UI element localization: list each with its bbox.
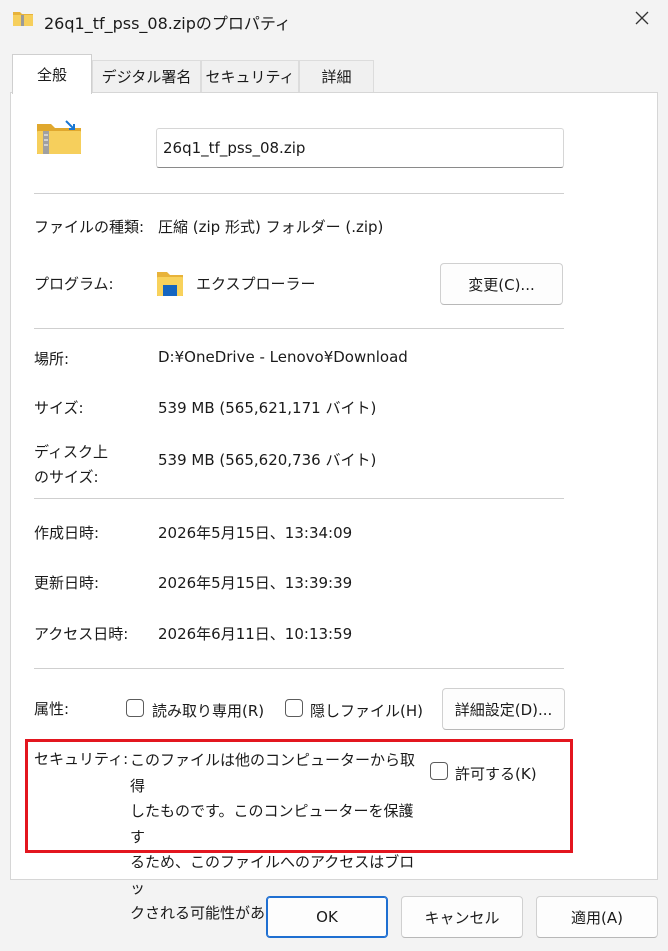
unblock-checkbox[interactable] (430, 762, 448, 780)
disk-size-label: ディスク上 のサイズ: (34, 440, 108, 490)
location-label: 場所: (34, 350, 70, 368)
tab-label: 全般 (36, 66, 67, 84)
tab-security[interactable]: セキュリティ (201, 60, 299, 92)
modified-label: 更新日時: (34, 574, 100, 592)
file-name-input[interactable] (156, 128, 564, 168)
advanced-button[interactable]: 詳細設定(D)... (442, 688, 565, 730)
unblock-label[interactable]: 許可する(K) (455, 763, 537, 784)
apply-button[interactable]: 適用(A) (536, 896, 658, 938)
file-type-value: 圧縮 (zip 形式) フォルダー (.zip) (158, 218, 384, 236)
size-label: サイズ: (34, 399, 84, 417)
hidden-label[interactable]: 隠しファイル(H) (310, 700, 423, 721)
program-value: エクスプローラー (196, 275, 316, 293)
created-label: 作成日時: (34, 524, 100, 542)
readonly-label[interactable]: 読み取り専用(R) (152, 700, 264, 721)
tab-label: 詳細 (321, 68, 352, 86)
tab-label: デジタル署名 (101, 68, 192, 86)
divider (34, 498, 564, 499)
zip-folder-large-icon (36, 118, 82, 156)
close-icon (634, 10, 650, 30)
program-label: プログラム: (34, 275, 114, 293)
divider (34, 328, 564, 329)
close-button[interactable] (624, 4, 660, 36)
tab-general[interactable]: 全般 (12, 54, 92, 94)
readonly-checkbox[interactable] (126, 699, 144, 717)
divider (34, 668, 564, 669)
tab-details[interactable]: 詳細 (299, 60, 374, 92)
disk-size-value: 539 MB (565,620,736 バイト) (158, 451, 377, 469)
zip-folder-icon (12, 8, 34, 28)
tab-digital-signatures[interactable]: デジタル署名 (92, 60, 201, 92)
divider (34, 193, 564, 194)
modified-value: 2026年5月15日、13:39:39 (158, 574, 353, 592)
explorer-icon (156, 268, 184, 298)
security-message-line: したものです。このコンピューターを保護す (130, 802, 414, 846)
security-message-line: このファイルは他のコンピューターから取得 (130, 751, 416, 795)
security-label: セキュリティ: (34, 750, 129, 768)
location-value: D:¥OneDrive - Lenovo¥Download (158, 348, 408, 366)
accessed-label: アクセス日時: (34, 625, 129, 643)
change-program-button[interactable]: 変更(C)... (440, 263, 563, 305)
ok-button[interactable]: OK (266, 896, 388, 938)
disk-size-label-line: ディスク上 (34, 443, 108, 461)
accessed-value: 2026年6月11日、10:13:59 (158, 625, 353, 643)
tab-label: セキュリティ (205, 68, 295, 86)
disk-size-label-line: のサイズ: (34, 468, 99, 486)
hidden-checkbox[interactable] (285, 699, 303, 717)
size-value: 539 MB (565,621,171 バイト) (158, 399, 377, 417)
created-value: 2026年5月15日、13:34:09 (158, 524, 353, 542)
security-message-line: るため、このファイルへのアクセスはブロッ (130, 853, 415, 897)
cancel-button[interactable]: キャンセル (401, 896, 523, 938)
attributes-label: 属性: (34, 700, 70, 718)
window-title: 26q1_tf_pss_08.zipのプロパティ (44, 14, 291, 33)
file-type-label: ファイルの種類: (34, 218, 145, 236)
